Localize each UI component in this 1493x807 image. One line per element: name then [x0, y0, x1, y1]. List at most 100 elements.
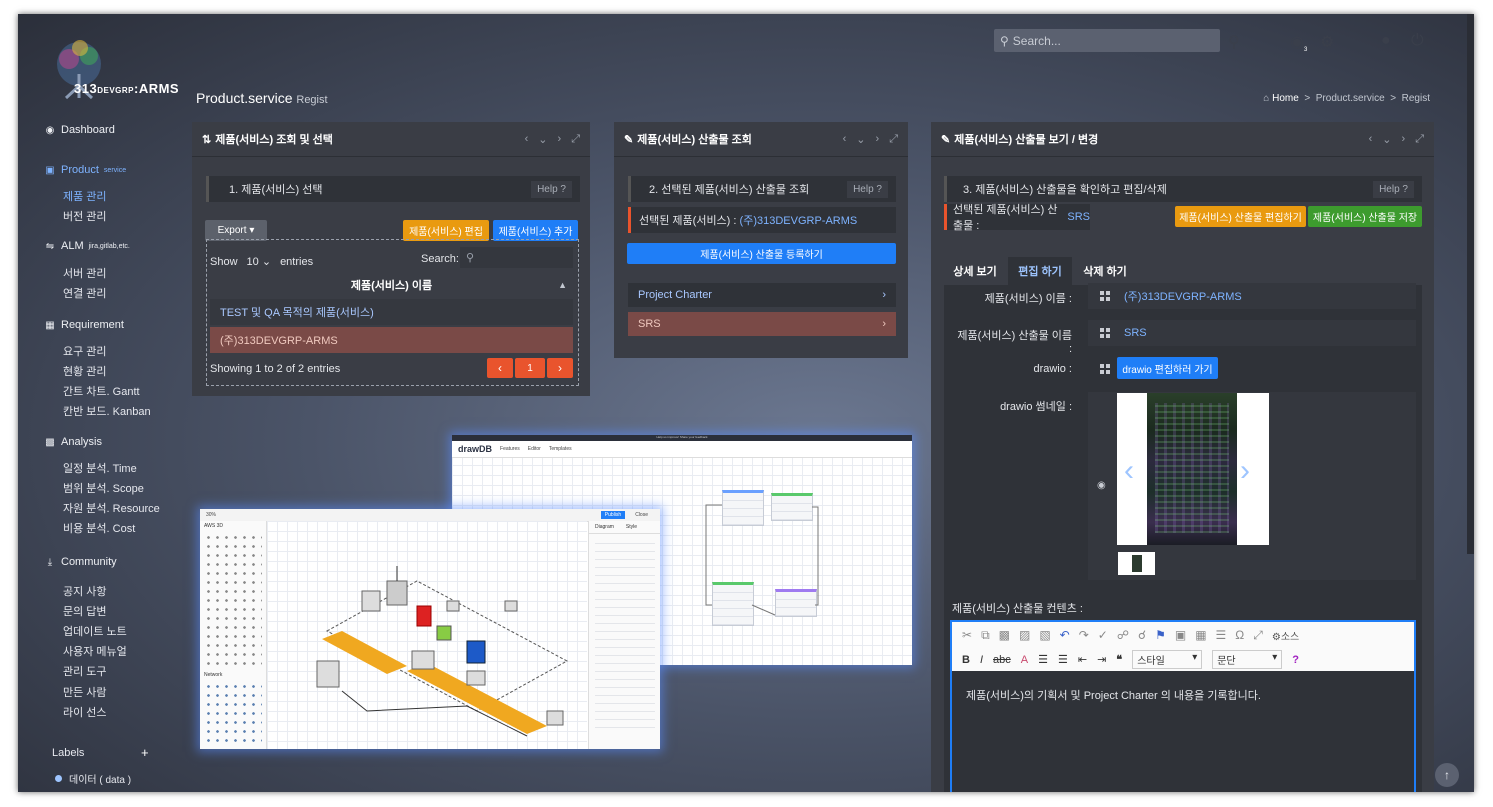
- paste-word-icon[interactable]: ▧: [1039, 628, 1050, 643]
- labels-add-button[interactable]: +: [141, 745, 149, 760]
- table-search-input[interactable]: ⚲: [460, 247, 573, 268]
- power-icon[interactable]: ⏻: [1411, 32, 1424, 50]
- unlink-icon[interactable]: ☌: [1138, 628, 1146, 643]
- sidebar-item-product-manage[interactable]: 제품 관리: [63, 188, 107, 204]
- spellcheck-icon[interactable]: ✓: [1098, 628, 1108, 643]
- indent-icon[interactable]: ⇥: [1097, 653, 1106, 666]
- user-icon[interactable]: ●: [1381, 32, 1391, 50]
- undo-icon[interactable]: ↶: [1060, 628, 1070, 643]
- scroll-to-top-button[interactable]: ↑: [1435, 763, 1459, 787]
- edit-artifact-button[interactable]: 제품(서비스) 산출물 편집하기: [1175, 206, 1306, 227]
- hr-icon[interactable]: ☰: [1216, 628, 1227, 643]
- notification-icon[interactable]: ◉3: [1290, 32, 1307, 53]
- sidebar-item-connection-manage[interactable]: 연결 관리: [63, 285, 107, 301]
- source-button[interactable]: ⚙소스: [1272, 628, 1299, 643]
- sidebar-item-resource[interactable]: 자원 분석. Resource: [63, 500, 160, 516]
- image-icon[interactable]: ▣: [1175, 628, 1186, 643]
- entries-select[interactable]: 10 ⌄: [242, 253, 276, 270]
- bulleted-list-icon[interactable]: ☰: [1058, 653, 1068, 666]
- search-button-icon[interactable]: ⚲: [1228, 32, 1240, 52]
- table-header-name[interactable]: 제품(서비스) 이름 ▲: [210, 274, 573, 296]
- drawio-edit-button[interactable]: drawio 편집하러 가기: [1117, 357, 1218, 379]
- sidebar-item-community[interactable]: ⤓ Community: [44, 556, 117, 568]
- sidebar-item-requirement[interactable]: ▦ Requirement: [44, 319, 124, 331]
- thumbnail-indicator[interactable]: [1118, 552, 1155, 575]
- copy-icon[interactable]: ⧉: [981, 628, 990, 643]
- numbered-list-icon[interactable]: ☰: [1038, 653, 1048, 666]
- sidebar-item-cost[interactable]: 비용 분석. Cost: [63, 520, 135, 536]
- sidebar-item-product[interactable]: ▣ Product service: [44, 164, 126, 176]
- sidebar-item-alm[interactable]: ⇋ ALM jira,gitlab,etc.: [44, 240, 130, 252]
- sidebar-item-creators[interactable]: 만든 사람: [63, 684, 107, 700]
- help-button[interactable]: Help ?: [1373, 180, 1414, 198]
- editor-body[interactable]: 제품(서비스)의 기획서 및 Project Charter 의 내용을 기록합…: [952, 671, 1414, 719]
- maximize-icon[interactable]: ⤢: [1253, 628, 1263, 643]
- paste-text-icon[interactable]: ▨: [1019, 628, 1030, 643]
- pagination-page-button[interactable]: 1: [515, 358, 545, 378]
- sidebar-item-version-manage[interactable]: 버전 관리: [63, 208, 107, 224]
- pagination-prev-button[interactable]: ‹: [487, 358, 513, 378]
- paste-icon[interactable]: ▩: [999, 628, 1010, 643]
- cut-icon[interactable]: ✂: [962, 628, 972, 643]
- omega-icon[interactable]: Ω: [1235, 628, 1244, 643]
- carousel-next-icon[interactable]: ›: [1240, 454, 1250, 488]
- carousel-prev-icon[interactable]: ‹: [1124, 454, 1134, 488]
- sidebar-item-server-manage[interactable]: 서버 관리: [63, 265, 107, 281]
- sidebar-item-kanban[interactable]: 칸반 보드. Kanban: [63, 403, 151, 419]
- export-button[interactable]: Export ▾: [205, 220, 267, 241]
- redo-icon[interactable]: ↷: [1079, 628, 1089, 643]
- expand-icon[interactable]: ⤢: [889, 133, 898, 146]
- sidebar-item-dashboard[interactable]: ◉ Dashboard: [44, 124, 115, 136]
- bold-icon[interactable]: B: [962, 654, 970, 666]
- help-button[interactable]: Help ?: [531, 180, 572, 198]
- chevron-left-icon[interactable]: ‹: [843, 133, 847, 146]
- add-product-button[interactable]: 제품(서비스) 추가: [493, 220, 578, 241]
- table-row[interactable]: TEST 및 QA 목적의 제품(서비스): [210, 299, 573, 325]
- blockquote-icon[interactable]: ❝: [1116, 653, 1122, 666]
- artifact-item-srs[interactable]: SRS ›: [628, 312, 896, 336]
- sidebar-item-req-manage[interactable]: 요구 관리: [63, 343, 107, 359]
- chevron-right-icon[interactable]: ›: [558, 133, 562, 146]
- gear-icon[interactable]: ⚙: [1320, 32, 1334, 52]
- chevron-right-icon[interactable]: ›: [876, 133, 880, 146]
- label-item[interactable]: 데이터 ( data ): [55, 771, 131, 786]
- strike-icon[interactable]: abc: [993, 654, 1011, 666]
- save-artifact-button[interactable]: 제품(서비스) 산출물 저장: [1308, 206, 1422, 227]
- chevron-left-icon[interactable]: ‹: [525, 133, 529, 146]
- help-icon[interactable]: ?: [1292, 654, 1299, 666]
- sidebar-item-update-notes[interactable]: 업데이트 노트: [63, 623, 127, 639]
- chevron-down-icon[interactable]: ⌄: [856, 133, 865, 146]
- tab-detail[interactable]: 상세 보기: [944, 257, 1006, 285]
- italic-icon[interactable]: I: [980, 654, 983, 666]
- sidebar-item-admin-tool[interactable]: 관리 도구: [63, 663, 107, 679]
- link-icon[interactable]: ☍: [1117, 628, 1129, 643]
- edit-product-button[interactable]: 제품(서비스) 편집: [403, 220, 489, 241]
- breadcrumb-home[interactable]: Home: [1272, 93, 1299, 104]
- sidebar-item-analysis[interactable]: ▩ Analysis: [44, 436, 102, 448]
- chevron-left-icon[interactable]: ‹: [1369, 133, 1373, 146]
- table-icon[interactable]: ▦: [1195, 628, 1206, 643]
- style-select[interactable]: 스타일 ▾: [1132, 650, 1203, 669]
- anchor-flag-icon[interactable]: ⚑: [1155, 628, 1166, 643]
- pagination-next-button[interactable]: ›: [547, 358, 573, 378]
- sidebar-item-status-manage[interactable]: 현황 관리: [63, 363, 107, 379]
- table-row-selected[interactable]: (주)313DEVGRP-ARMS: [210, 327, 573, 353]
- artifact-item-project-charter[interactable]: Project Charter ›: [628, 283, 896, 307]
- chevron-right-icon[interactable]: ›: [1402, 133, 1406, 146]
- remove-format-icon[interactable]: A: [1021, 654, 1028, 666]
- chevron-down-icon[interactable]: ⌄: [1382, 133, 1391, 146]
- format-select[interactable]: 문단 ▾: [1212, 650, 1283, 669]
- help-button[interactable]: Help ?: [847, 180, 888, 198]
- expand-icon[interactable]: ⤢: [571, 133, 580, 146]
- sidebar-item-license[interactable]: 라이 선스: [63, 704, 107, 720]
- outdent-icon[interactable]: ⇤: [1078, 653, 1087, 666]
- expand-icon[interactable]: ⤢: [1415, 133, 1424, 146]
- sidebar-item-manual[interactable]: 사용자 메뉴얼: [63, 643, 127, 659]
- sidebar-item-gantt[interactable]: 간트 차트. Gantt: [63, 383, 140, 399]
- chevron-down-icon[interactable]: ⌄: [538, 133, 547, 146]
- tab-delete[interactable]: 삭제 하기: [1074, 257, 1136, 285]
- sidebar-item-qna[interactable]: 문의 답변: [63, 603, 107, 619]
- sidebar-item-notice[interactable]: 공지 사항: [63, 583, 107, 599]
- tab-edit[interactable]: 편집 하기: [1008, 257, 1072, 285]
- global-search-input[interactable]: ⚲ Search...: [994, 29, 1220, 52]
